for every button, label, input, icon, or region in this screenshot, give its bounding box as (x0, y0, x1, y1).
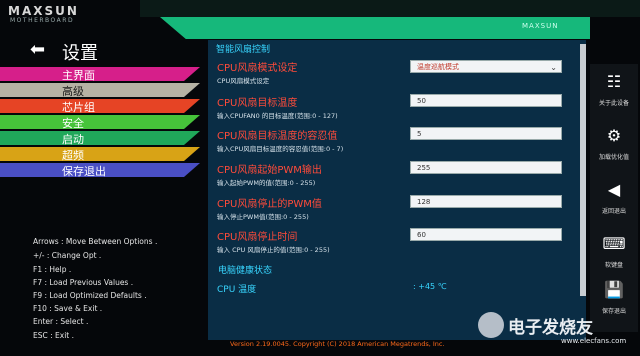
menu-bar-chipset[interactable] (0, 99, 200, 113)
tool-label: 加载优化值 (598, 154, 629, 161)
header-badge: MAXSUN (522, 22, 559, 30)
temp-tolerance-input[interactable]: 5 (410, 127, 562, 140)
back-arrow-icon[interactable]: ⬅ (30, 41, 48, 59)
option-label[interactable]: CPU风扇目标温度 (217, 94, 297, 109)
menu-bar-overclock[interactable] (0, 147, 200, 161)
fan-mode-value: 温度巡航模式 (417, 63, 459, 71)
stop-pwm-input[interactable]: 128 (410, 195, 562, 208)
chevron-down-icon: ⌄ (550, 63, 557, 72)
keyboard-icon: ⌨ (602, 234, 626, 253)
save-exit-button[interactable]: 💾 保存退出 (590, 272, 638, 332)
option-label[interactable]: CPU风扇起始PWM输出 (217, 161, 322, 176)
brand-subtitle: MOTHERBOARD (10, 17, 75, 24)
scrollbar-thumb[interactable] (580, 44, 586, 296)
header-stripe (140, 0, 640, 17)
load-optimized-button[interactable]: ⚙ 加载优化值 (590, 118, 638, 178)
option-label[interactable]: CPU风扇停止的PWM值 (217, 195, 322, 210)
stop-time-input[interactable]: 60 (410, 228, 562, 241)
gear-icon: ⚙ (606, 126, 622, 145)
tool-label: 返回退出 (601, 208, 626, 215)
back-icon: ◀ (607, 180, 621, 199)
option-label[interactable]: CPU风扇目标温度的容忍值 (217, 127, 337, 142)
menu-item-boot[interactable]: 启动 (62, 131, 84, 147)
help-line: ESC : Exit . (33, 331, 75, 340)
section-title: 智能风扇控制 (216, 45, 271, 55)
menu-item-chipset[interactable]: 芯片组 (62, 99, 95, 115)
help-line: F10 : Save & Exit . (33, 304, 103, 313)
back-exit-button[interactable]: ◀ 返回退出 (590, 172, 638, 232)
brand-logo: MAXSUN (8, 4, 79, 18)
option-label[interactable]: CPU风扇停止时间 (217, 228, 297, 243)
watermark-logo (478, 312, 504, 338)
cpu-temp-label: CPU 温度 (217, 285, 257, 295)
option-help: 输入CPUFAN0 的目标温度(范围:0 - 127) (217, 112, 338, 120)
tool-label: 软键盘 (604, 262, 623, 269)
settings-panel (208, 40, 586, 340)
help-line: +/- : Change Opt . (33, 251, 102, 260)
menu-item-main[interactable]: 主界面 (62, 67, 95, 83)
option-help: 输入 CPU 风扇停止的值(范围:0 - 255) (217, 246, 330, 254)
option-label[interactable]: CPU风扇模式设定 (217, 59, 297, 74)
about-device-button[interactable]: ☷ 关于此设备 (590, 64, 638, 124)
tool-label: 保存退出 (601, 308, 626, 315)
menu-item-overclock[interactable]: 超频 (62, 147, 84, 163)
option-help: 输入停止PWM值(范围:0 - 255) (217, 213, 309, 221)
option-help: CPU风扇模式设定 (217, 77, 270, 85)
menu-item-advanced[interactable]: 高级 (62, 83, 84, 99)
help-line: F1 : Help . (33, 265, 72, 274)
health-section-title: 电脑健康状态 (218, 266, 273, 276)
menu-bar-boot[interactable] (0, 131, 200, 145)
option-help: 输入CPU风扇目标温度的容忍值(范围:0 - 7) (217, 145, 344, 153)
menu-bar-advanced[interactable] (0, 83, 200, 97)
menu-bar-security[interactable] (0, 115, 200, 129)
start-pwm-input[interactable]: 255 (410, 161, 562, 174)
help-line: Arrows : Move Between Options . (33, 237, 158, 246)
fan-mode-select[interactable]: 温度巡航模式 ⌄ (410, 60, 562, 73)
watermark-text: 电子发烧友 (508, 318, 593, 338)
target-temp-input[interactable]: 50 (410, 94, 562, 107)
help-line: Enter : Select . (33, 317, 89, 326)
menu-item-save-exit[interactable]: 保存退出 (62, 163, 106, 179)
option-help: 输入起始PWM的值(范围:0 - 255) (217, 179, 316, 187)
menu-bar-main[interactable] (0, 67, 200, 81)
cpu-temp-value: : +45 ℃ (413, 282, 447, 291)
save-icon: 💾 (604, 280, 624, 299)
watermark-url: www.elecfans.com (561, 337, 627, 345)
version-text: Version 2.19.0045. Copyright (C) 2018 Am… (230, 340, 445, 348)
sliders-icon: ☷ (606, 72, 622, 91)
menu-title: 设置 (62, 43, 98, 64)
tool-label: 关于此设备 (598, 100, 629, 107)
help-line: F9 : Load Optimized Defaults . (33, 291, 147, 300)
help-line: F7 : Load Previous Values . (33, 278, 134, 287)
menu-item-security[interactable]: 安全 (62, 115, 84, 131)
